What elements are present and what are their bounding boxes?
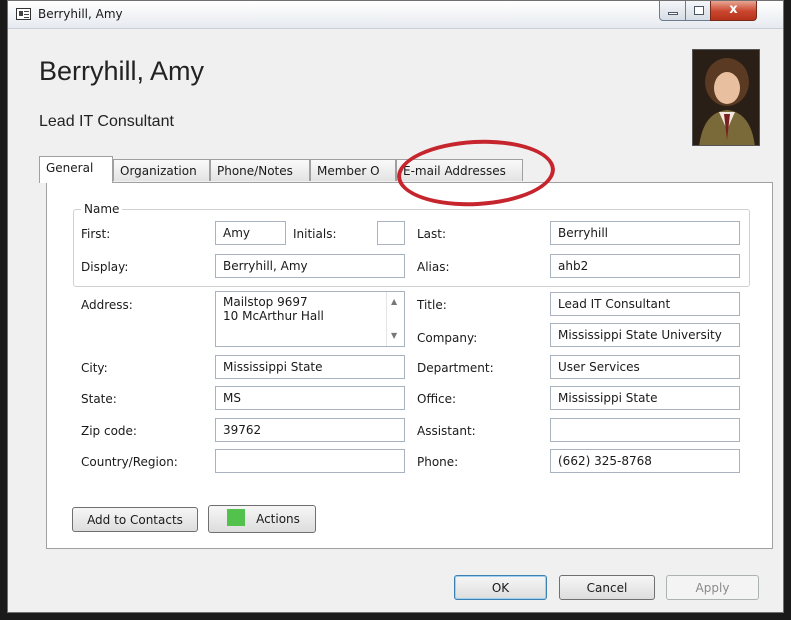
- assistant-field[interactable]: [550, 418, 740, 442]
- window-title: Berryhill, Amy: [38, 7, 123, 21]
- contact-card-icon: [16, 8, 31, 20]
- general-tab-panel: Name First: Amy Initials: Last: Berryhil…: [46, 182, 773, 549]
- contact-job-title: Lead IT Consultant: [39, 113, 174, 130]
- city-field[interactable]: Mississippi State: [215, 355, 405, 379]
- contact-properties-window: Berryhill, Amy x Berryhill, Amy Lead IT …: [7, 0, 784, 613]
- zip-code-field[interactable]: 39762: [215, 418, 405, 442]
- first-name-field[interactable]: Amy: [215, 221, 286, 245]
- minimize-button[interactable]: [659, 1, 686, 21]
- apply-button[interactable]: Apply: [666, 575, 759, 600]
- contact-photo-image: [693, 50, 759, 145]
- address-line-1: Mailstop 9697: [223, 295, 308, 309]
- tab-organization[interactable]: Organization: [113, 159, 210, 181]
- address-field[interactable]: Mailstop 9697 10 McArthur Hall ▲ ▼: [215, 291, 405, 347]
- title-field[interactable]: Lead IT Consultant: [550, 292, 740, 316]
- phone-label: Phone:: [417, 455, 459, 469]
- cancel-button[interactable]: Cancel: [559, 575, 655, 600]
- company-field[interactable]: Mississippi State University: [550, 323, 740, 347]
- title-label: Title:: [417, 298, 447, 312]
- scroll-up-arrow-icon[interactable]: ▲: [391, 295, 397, 309]
- title-bar: Berryhill, Amy x: [8, 1, 783, 29]
- name-group-label: Name: [81, 202, 123, 216]
- last-name-label: Last:: [417, 227, 447, 241]
- initials-field[interactable]: [377, 221, 405, 245]
- maximize-icon: [694, 6, 704, 15]
- address-scrollbar[interactable]: ▲ ▼: [386, 292, 404, 346]
- display-name-label: Display:: [81, 260, 129, 274]
- office-label: Office:: [417, 392, 457, 406]
- office-field[interactable]: Mississippi State: [550, 386, 740, 410]
- initials-label: Initials:: [293, 227, 337, 241]
- last-name-field[interactable]: Berryhill: [550, 221, 740, 245]
- city-label: City:: [81, 361, 108, 375]
- close-icon: x: [729, 2, 738, 17]
- country-region-field[interactable]: [215, 449, 405, 473]
- actions-color-swatch: [227, 509, 245, 526]
- contact-photo: [692, 49, 760, 146]
- tab-general[interactable]: General: [39, 156, 113, 183]
- minimize-icon: [668, 12, 678, 15]
- contact-name-heading: Berryhill, Amy: [39, 56, 205, 86]
- department-label: Department:: [417, 361, 494, 375]
- maximize-button[interactable]: [685, 1, 711, 21]
- address-label: Address:: [81, 298, 133, 312]
- ok-button[interactable]: OK: [454, 575, 547, 600]
- assistant-label: Assistant:: [417, 424, 476, 438]
- alias-label: Alias:: [417, 260, 450, 274]
- tab-phone-notes[interactable]: Phone/Notes: [210, 159, 310, 181]
- address-line-2: 10 McArthur Hall: [223, 309, 324, 323]
- close-button[interactable]: x: [710, 1, 757, 21]
- actions-button-label: Actions: [256, 512, 300, 526]
- tab-member-of[interactable]: Member O: [310, 159, 396, 181]
- country-region-label: Country/Region:: [81, 455, 178, 469]
- actions-button[interactable]: Actions: [208, 505, 316, 533]
- company-label: Company:: [417, 331, 478, 345]
- state-label: State:: [81, 392, 117, 406]
- phone-field[interactable]: (662) 325-8768: [550, 449, 740, 473]
- zip-code-label: Zip code:: [81, 424, 137, 438]
- state-field[interactable]: MS: [215, 386, 405, 410]
- scroll-down-arrow-icon[interactable]: ▼: [391, 329, 397, 343]
- display-name-field[interactable]: Berryhill, Amy: [215, 254, 405, 278]
- department-field[interactable]: User Services: [550, 355, 740, 379]
- alias-field[interactable]: ahb2: [550, 254, 740, 278]
- add-to-contacts-button[interactable]: Add to Contacts: [72, 507, 198, 532]
- first-name-label: First:: [81, 227, 111, 241]
